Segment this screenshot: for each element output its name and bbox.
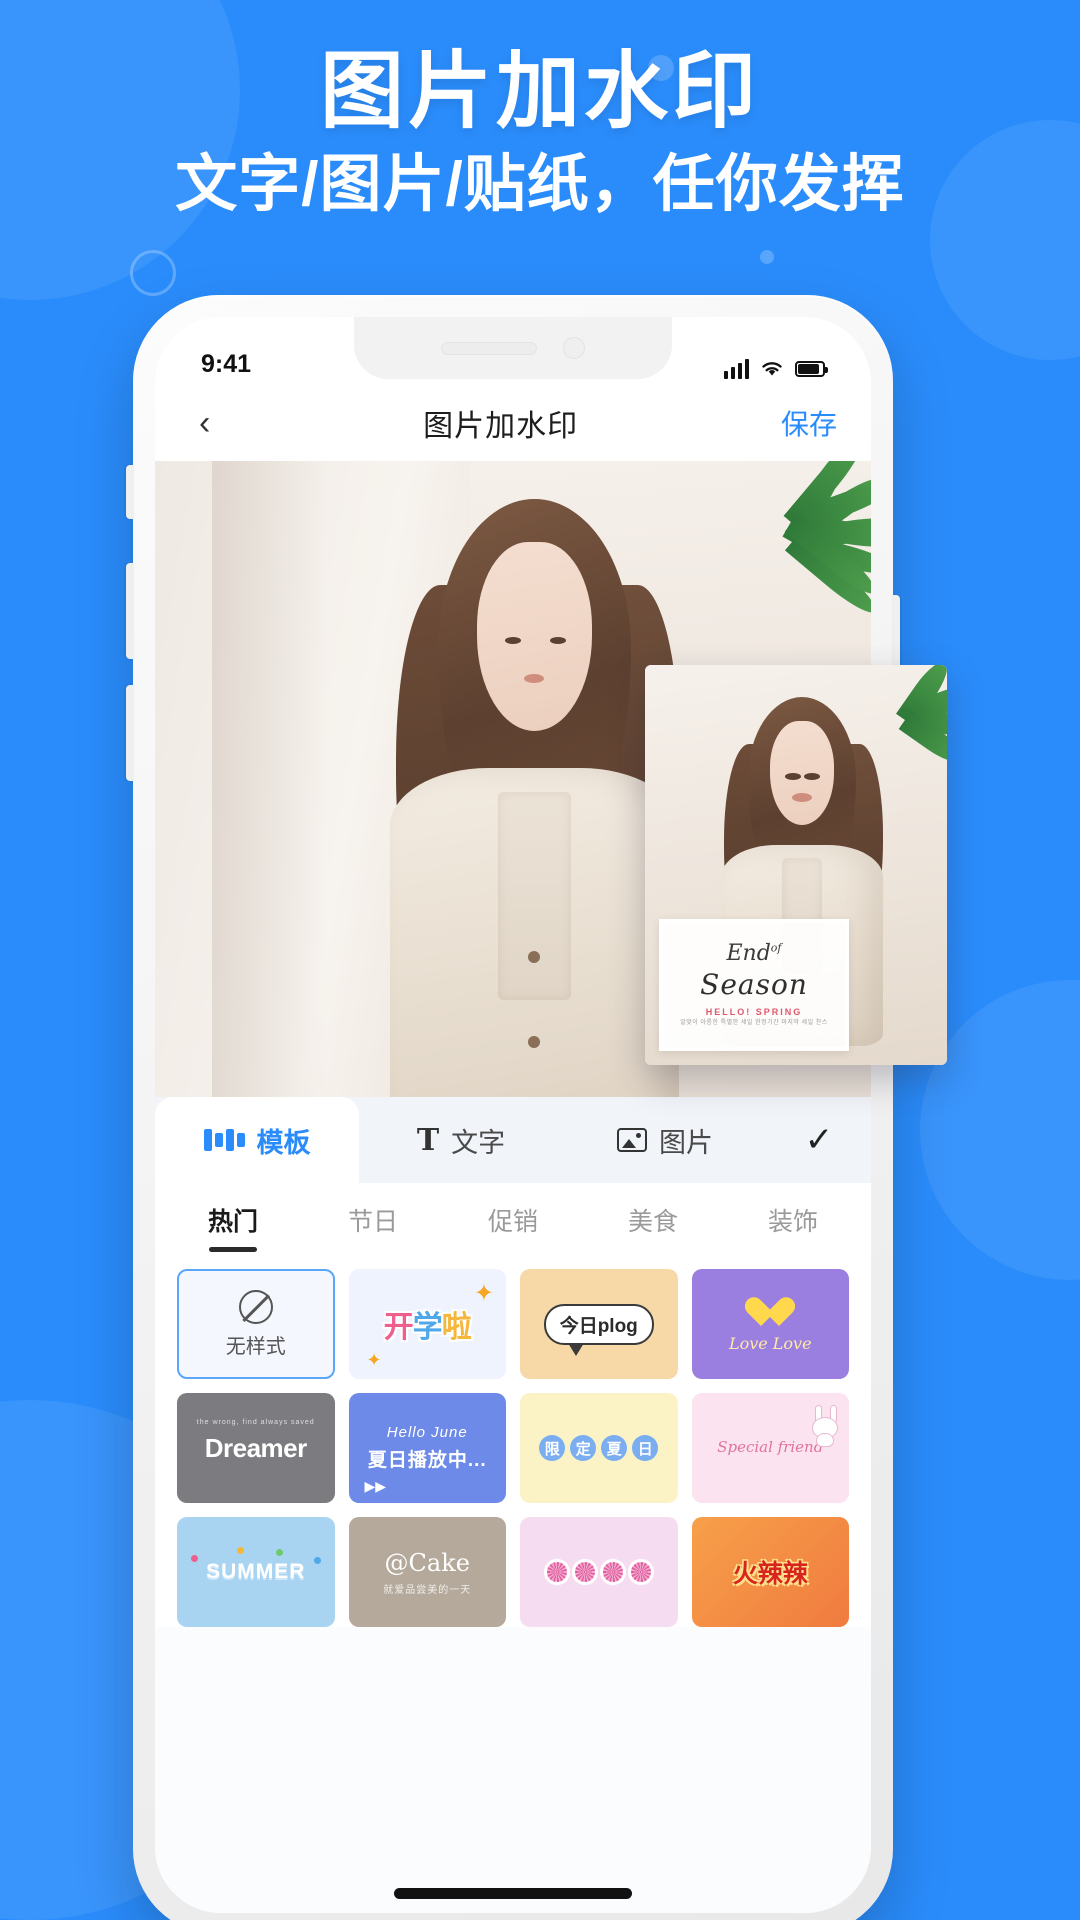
flower-icon [627, 1559, 654, 1585]
poster-headline-block: 图片加水印 文字/图片/贴纸，任你发挥 [0, 46, 1080, 219]
category-tab-hot[interactable]: 热门 [163, 1194, 303, 1246]
category-tab-promo[interactable]: 促销 [443, 1194, 583, 1246]
check-icon: ✓ [804, 1121, 834, 1159]
template-label: 夏日播放中... [367, 1450, 487, 1471]
category-tabs: 热门 节日 促销 美食 装饰 [155, 1183, 871, 1257]
page-title: 图片加水印 [319, 44, 760, 138]
template-sublabel: the wrong, find always saved [196, 1419, 315, 1426]
spark-icon: ✦ [473, 1280, 494, 1307]
tab-text-label: 文字 [451, 1127, 506, 1158]
template-item-hello-june[interactable]: Hello June 夏日播放中... ▶▶ [348, 1393, 506, 1503]
template-label: SUMMER [206, 1560, 306, 1583]
page-subtitle: 文字/图片/贴纸，任你发挥 [175, 149, 905, 219]
template-item-xiari[interactable]: 限 定 夏 日 [520, 1393, 678, 1503]
template-item-love[interactable]: Love Love [691, 1269, 849, 1379]
dot-decor [275, 1549, 283, 1556]
app-navbar: ‹ 图片加水印 保存 [155, 385, 871, 461]
editor-panel: 模板 T 文字 图片 ✓ 热门 节日 促销 美食 装饰 无样式 ✦ ✦ 开学啦 … [155, 1097, 871, 1913]
palm-leaf-decor [844, 665, 947, 770]
template-char: 定 [570, 1435, 597, 1461]
preview-card[interactable]: Endof Season HELLO! SPRING 알맞이 아름한 특별한 세… [645, 665, 947, 1065]
flower-icon [571, 1559, 598, 1585]
back-chevron-icon[interactable]: ‹ [189, 402, 220, 444]
template-item-none[interactable]: 无样式 [177, 1269, 335, 1379]
save-button[interactable]: 保存 [781, 403, 837, 443]
confirm-button[interactable]: ✓ [767, 1097, 871, 1183]
template-item-flower[interactable] [520, 1517, 678, 1627]
category-tab-food[interactable]: 美食 [583, 1194, 723, 1246]
template-item-kaixue[interactable]: ✦ ✦ 开学啦 [348, 1269, 506, 1379]
tab-template[interactable]: 模板 [155, 1097, 359, 1183]
template-label: 无样式 [225, 1335, 286, 1358]
bunny-icon [811, 1405, 841, 1447]
template-char: 日 [632, 1435, 659, 1461]
template-label: Love Love [728, 1333, 812, 1353]
spark-icon: ✦ [366, 1350, 382, 1370]
heart-icon [753, 1296, 787, 1330]
watermark-line-2: Season [700, 968, 808, 1002]
template-item-summer[interactable]: SUMMER [177, 1517, 335, 1627]
flower-icon [543, 1559, 570, 1585]
phone-mockup: 9:41 ‹ 图片加水印 保存 模板 T 文字 图片 ✓ 热门 节日 促销 美食… [126, 295, 947, 1920]
template-char: 限 [539, 1435, 566, 1461]
status-bar: 9:41 [155, 317, 871, 385]
phone-mute-switch [126, 465, 134, 519]
watermark-line-3: HELLO! SPRING [705, 1007, 803, 1018]
template-item-plog[interactable]: 今日plog [520, 1269, 678, 1379]
play-icon: ▶▶ [364, 1478, 387, 1494]
tab-text[interactable]: T 文字 [359, 1097, 563, 1183]
wifi-icon [762, 362, 782, 376]
template-grid: 无样式 ✦ ✦ 开学啦 今日plog Love Love the wrong, … [155, 1257, 871, 1627]
phone-volume-up-button [126, 563, 134, 659]
canvas-shadow [212, 461, 327, 1097]
template-label: @Cake [384, 1548, 470, 1577]
home-indicator [394, 1888, 632, 1899]
watermark-overlay: Endof Season HELLO! SPRING 알맞이 아름한 특별한 세… [659, 919, 849, 1051]
category-tab-decor[interactable]: 装饰 [723, 1194, 863, 1246]
tab-image[interactable]: 图片 [563, 1097, 767, 1183]
template-item-cake[interactable]: @Cake 就爱品尝美的一天 [348, 1517, 506, 1627]
template-sublabel: 就爱品尝美的一天 [383, 1584, 472, 1596]
dot-decor [237, 1547, 244, 1554]
category-tab-holiday[interactable]: 节日 [303, 1194, 443, 1246]
photo-subject [384, 499, 685, 1097]
template-label: Special friend [717, 1438, 824, 1457]
template-label: 今日plog [543, 1303, 654, 1356]
text-icon: T [416, 1122, 440, 1158]
template-item-dreamer[interactable]: the wrong, find always saved Dreamer [177, 1393, 335, 1503]
template-item-huola[interactable]: 火辣辣 [691, 1517, 849, 1627]
dot-decor [313, 1557, 321, 1564]
watermark-line-1: Endof [726, 941, 782, 967]
status-indicators [724, 359, 828, 379]
template-icon [203, 1129, 245, 1151]
flower-icon [599, 1559, 626, 1585]
dot-decor [191, 1555, 198, 1562]
tab-image-label: 图片 [659, 1127, 713, 1158]
phone-volume-down-button [126, 685, 134, 781]
status-time: 9:41 [201, 350, 252, 378]
template-label: Dreamer [204, 1432, 308, 1463]
navbar-title: 图片加水印 [423, 410, 579, 443]
template-label: 火辣辣 [732, 1560, 808, 1588]
cellular-signal-icon [724, 359, 749, 379]
phone-screen: 9:41 ‹ 图片加水印 保存 模板 T 文字 图片 ✓ 热门 节日 促销 美食… [155, 317, 871, 1913]
watermark-line-4: 알맞이 아름한 특별한 세일 한정기간 마지막 세일 찬스 [680, 1020, 828, 1027]
image-icon [617, 1128, 647, 1152]
decorative-dot [760, 250, 774, 264]
no-style-icon [238, 1289, 273, 1324]
template-sublabel: Hello June [386, 1424, 468, 1441]
decorative-ring [130, 250, 176, 296]
battery-icon [795, 361, 828, 377]
template-item-special-friend[interactable]: Special friend [691, 1393, 849, 1503]
editor-tabbar: 模板 T 文字 图片 ✓ [155, 1097, 871, 1183]
tab-template-label: 模板 [256, 1127, 311, 1158]
template-label: 开学啦 [383, 1311, 472, 1344]
template-char: 夏 [601, 1435, 628, 1461]
palm-leaf-decor [699, 461, 871, 601]
